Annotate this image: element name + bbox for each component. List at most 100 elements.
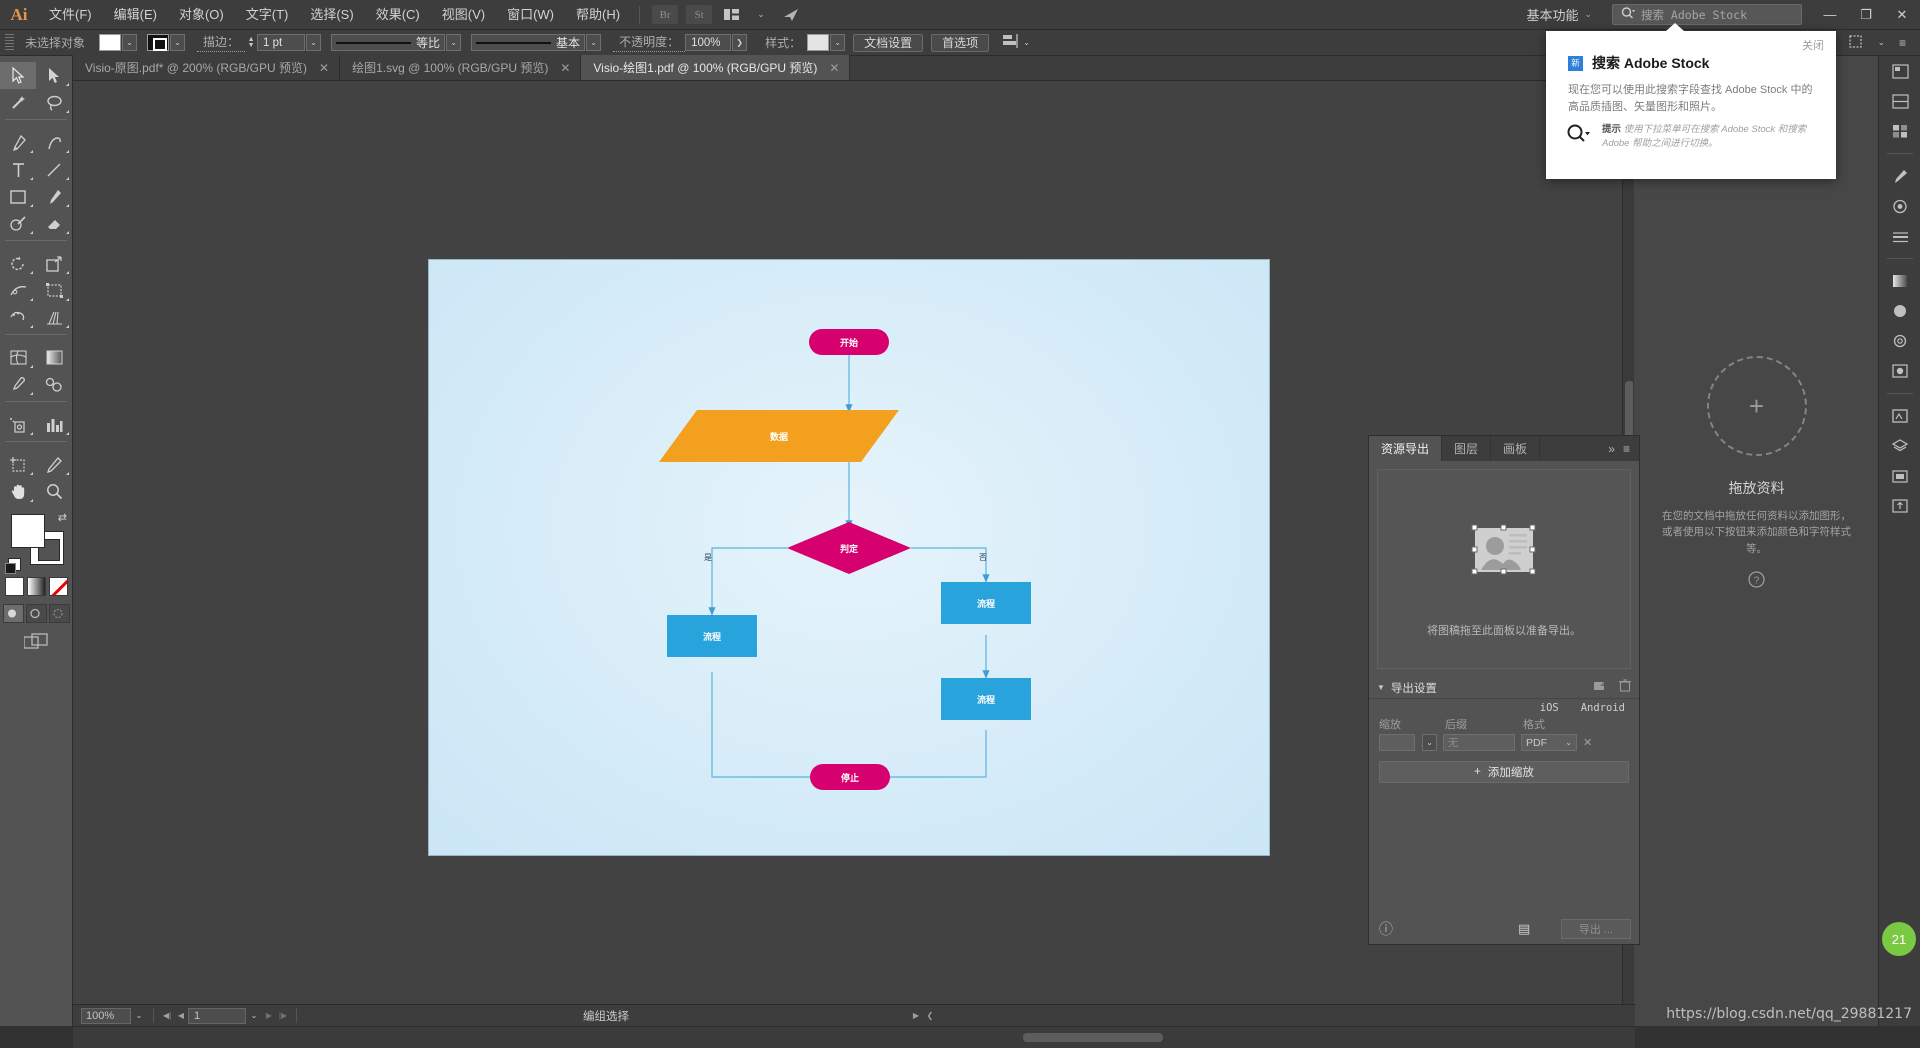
opacity-arrow-icon[interactable]: ❯ <box>732 34 748 51</box>
pen-tool[interactable] <box>0 129 36 156</box>
asset-export-drop-area[interactable]: 将图稿拖至此面板以准备导出。 <box>1377 469 1631 669</box>
disclosure-triangle-icon[interactable]: ▼ <box>1377 683 1385 692</box>
help-icon[interactable]: ? <box>1634 571 1879 593</box>
puppet-warp-tool[interactable] <box>0 304 36 331</box>
delete-icon[interactable] <box>1619 678 1631 697</box>
line-segment-tool[interactable] <box>36 156 72 183</box>
draw-inside-button[interactable] <box>48 604 70 623</box>
symbol-sprayer-tool[interactable] <box>0 411 36 438</box>
stroke-width-caret-icon[interactable]: ⌄ <box>306 34 322 51</box>
tab-layers[interactable]: 图层 <box>1442 436 1492 461</box>
align-icon[interactable] <box>1003 34 1018 51</box>
stroke-swatch-caret-icon[interactable]: ⌄ <box>170 34 186 51</box>
info-icon[interactable]: ⓘ <box>1379 919 1393 939</box>
hand-tool[interactable] <box>0 478 36 505</box>
libraries-panel-icon[interactable] <box>1879 401 1920 431</box>
transparency-panel-icon[interactable] <box>1879 296 1920 326</box>
artboards-panel-icon[interactable] <box>1879 461 1920 491</box>
popup-close-button[interactable]: 关闭 <box>1802 37 1824 53</box>
bridge-icon[interactable]: Br <box>652 5 679 24</box>
window-restore-button[interactable]: ❐ <box>1848 0 1884 30</box>
tab-visio-drawing-pdf[interactable]: Visio-绘图1.pdf @ 100% (RGB/GPU 预览) ✕ <box>581 55 851 80</box>
layers-panel-icon[interactable] <box>1879 431 1920 461</box>
tab-close-icon[interactable]: ✕ <box>829 61 839 75</box>
swatches-panel-icon[interactable] <box>1879 116 1920 146</box>
mesh-tool[interactable] <box>0 344 36 371</box>
appearance-panel-icon[interactable] <box>1879 326 1920 356</box>
drop-asset-zone[interactable]: + 拖放资料 在您的文档中拖放任何资料以添加图形，或者使用以下按钮来添加颜色和字… <box>1634 356 1879 593</box>
menu-select[interactable]: 选择(S) <box>299 0 364 30</box>
prev-artboard-button[interactable]: ◀ <box>174 1011 188 1020</box>
menu-edit[interactable]: 编辑(E) <box>103 0 168 30</box>
tab-close-icon[interactable]: ✕ <box>319 61 329 75</box>
column-graph-tool[interactable] <box>36 411 72 438</box>
chevron-down-icon[interactable]: ⌄ <box>749 3 773 27</box>
graphic-style-caret-icon[interactable]: ⌄ <box>830 34 846 51</box>
scale-tool[interactable] <box>36 250 72 277</box>
workspace-switcher[interactable]: 基本功能 <box>1520 5 1584 24</box>
zoom-tool[interactable] <box>36 478 72 505</box>
export-settings-list-icon[interactable]: ▤ <box>1518 921 1530 937</box>
menu-help[interactable]: 帮助(H) <box>565 0 631 30</box>
artboard-tool[interactable] <box>0 451 36 478</box>
window-close-button[interactable]: ✕ <box>1884 0 1920 30</box>
curvature-tool[interactable] <box>36 129 72 156</box>
tab-drawing-svg[interactable]: 绘图1.svg @ 100% (RGB/GPU 预览) ✕ <box>340 55 582 80</box>
drop-circle-outline[interactable]: + <box>1706 356 1807 456</box>
color-guide-panel-icon[interactable] <box>1879 86 1920 116</box>
window-minimize-button[interactable]: — <box>1812 0 1848 30</box>
fill-swatch-caret-icon[interactable]: ⌄ <box>122 34 138 51</box>
rectangle-tool[interactable] <box>0 183 36 210</box>
transform-icon[interactable] <box>1849 34 1863 51</box>
draw-normal-button[interactable] <box>2 604 24 623</box>
stroke-panel-icon[interactable] <box>1879 221 1920 251</box>
eyedropper-tool[interactable] <box>0 371 36 398</box>
horizontal-scroll-thumb[interactable] <box>1023 1033 1163 1042</box>
menu-type[interactable]: 文字(T) <box>235 0 300 30</box>
graphic-styles-panel-icon[interactable] <box>1879 356 1920 386</box>
align-caret-icon[interactable]: ⌄ <box>1019 34 1034 51</box>
eraser-tool[interactable] <box>36 210 72 237</box>
gradient-mode-button[interactable] <box>26 577 46 596</box>
swap-fill-stroke-icon[interactable]: ⇄ <box>58 511 67 524</box>
stock-icon[interactable]: St <box>686 5 713 24</box>
color-mode-button[interactable] <box>4 577 24 596</box>
screen-mode-button[interactable] <box>0 633 72 649</box>
preset-android-button[interactable]: Android <box>1581 702 1625 714</box>
zoom-caret-icon[interactable]: ⌄ <box>131 1008 147 1024</box>
first-artboard-button[interactable]: ◀| <box>160 1011 174 1020</box>
arrange-documents-icon[interactable] <box>719 3 743 27</box>
stroke-width-stepper[interactable]: ▲ ▼ <box>245 34 257 51</box>
menu-view[interactable]: 视图(V) <box>431 0 496 30</box>
tab-asset-export[interactable]: 资源导出 <box>1369 436 1443 461</box>
control-bar-grip[interactable] <box>5 33 14 52</box>
draw-behind-button[interactable] <box>25 604 47 623</box>
opacity-label[interactable]: 不透明度： <box>613 33 686 52</box>
export-button[interactable]: 导出 ... <box>1561 919 1631 939</box>
stroke-swatch[interactable] <box>147 34 170 51</box>
menu-file[interactable]: 文件(F) <box>38 0 103 30</box>
zoom-level-input[interactable]: 100% <box>81 1007 131 1024</box>
brush-definition-select[interactable]: 基本 <box>471 34 586 51</box>
perspective-grid-tool[interactable] <box>36 304 72 331</box>
launch-settings-icon[interactable] <box>1593 679 1606 697</box>
selection-tool[interactable] <box>0 62 36 89</box>
control-chevron-icon[interactable]: ⌄ <box>1877 37 1885 48</box>
panel-menu-icon[interactable]: ≡ <box>1623 442 1630 456</box>
brush-definition-caret-icon[interactable]: ⌄ <box>586 34 602 51</box>
status-arrow-icon[interactable]: ▶ <box>909 1011 923 1020</box>
panel-menu-icon[interactable]: ≡ <box>1899 36 1906 50</box>
export-settings-header[interactable]: ▼ 导出设置 <box>1369 677 1639 699</box>
variable-width-profile-select[interactable]: 等比 <box>331 34 446 51</box>
artboard-caret-icon[interactable]: ⌄ <box>246 1008 262 1024</box>
symbols-panel-icon[interactable] <box>1879 191 1920 221</box>
preset-ios-button[interactable]: iOS <box>1540 702 1559 714</box>
direct-selection-tool[interactable] <box>36 62 72 89</box>
shape-builder-tool[interactable] <box>0 210 36 237</box>
gradient-panel-icon[interactable] <box>1879 266 1920 296</box>
graphic-style-swatch[interactable] <box>807 34 830 51</box>
add-scale-button[interactable]: + 添加缩放 <box>1379 761 1629 783</box>
suffix-input[interactable]: 无 <box>1443 734 1515 751</box>
stroke-label[interactable]: 描边： <box>197 33 246 52</box>
tab-visio-original[interactable]: Visio-原图.pdf* @ 200% (RGB/GPU 预览) ✕ <box>73 55 341 80</box>
